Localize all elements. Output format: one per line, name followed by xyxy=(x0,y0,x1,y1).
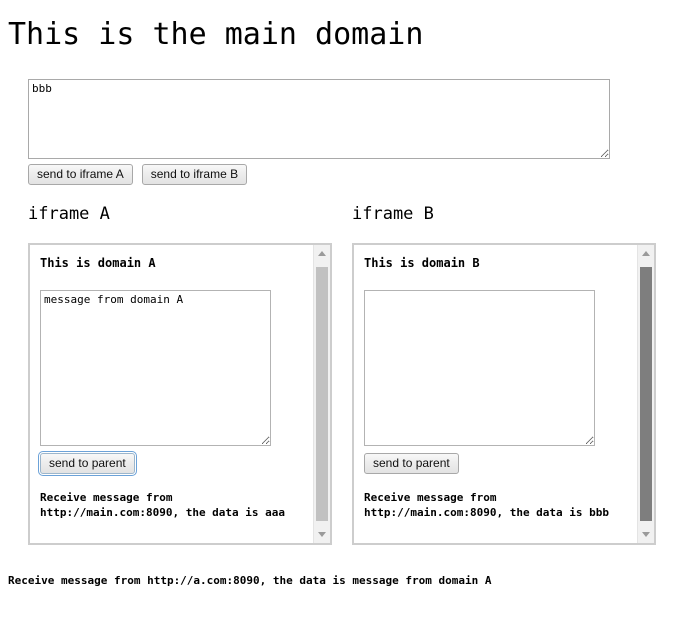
domain-b-title: This is domain B xyxy=(364,256,480,270)
iframe-a-scrollbar[interactable] xyxy=(313,245,330,543)
triangle-down-icon[interactable] xyxy=(314,526,330,543)
iframe-b-receive-message: Receive message from http://main.com:809… xyxy=(364,491,610,519)
triangle-up-icon[interactable] xyxy=(638,245,654,262)
iframe-b-content: This is domain B send to parent Receive … xyxy=(354,245,637,543)
triangle-up-icon[interactable] xyxy=(314,245,330,262)
main-button-row: send to iframe A send to iframe B xyxy=(28,164,248,185)
iframe-a-button-wrap: send to parent xyxy=(38,451,137,476)
iframe-b-scrollbar-thumb[interactable] xyxy=(640,267,652,521)
domain-a-title: This is domain A xyxy=(40,256,156,270)
main-receive-message: Receive message from http://a.com:8090, … xyxy=(8,574,492,587)
iframe-b-button-wrap: send to parent xyxy=(364,453,459,474)
triangle-down-icon[interactable] xyxy=(638,526,654,543)
iframe-a-container: This is domain A send to parent Receive … xyxy=(28,243,332,545)
iframe-b-scrollbar[interactable] xyxy=(637,245,654,543)
send-to-iframe-b-button[interactable]: send to iframe B xyxy=(141,164,248,185)
iframe-a-receive-message: Receive message from http://main.com:809… xyxy=(40,491,286,519)
iframe-a-scrollbar-thumb[interactable] xyxy=(316,267,328,521)
iframe-a-message-input[interactable] xyxy=(40,290,271,446)
iframe-a-heading: iframe A xyxy=(28,204,110,224)
iframe-a-send-to-parent-button[interactable]: send to parent xyxy=(38,451,137,476)
iframe-b-message-input[interactable] xyxy=(364,290,595,446)
iframe-b-container: This is domain B send to parent Receive … xyxy=(352,243,656,545)
main-message-input[interactable] xyxy=(28,79,610,159)
iframe-a-content: This is domain A send to parent Receive … xyxy=(30,245,313,543)
iframe-b-send-to-parent-button[interactable]: send to parent xyxy=(364,453,459,474)
iframe-b-heading: iframe B xyxy=(352,204,434,224)
page-title: This is the main domain xyxy=(8,17,424,52)
send-to-iframe-a-button[interactable]: send to iframe A xyxy=(28,164,133,185)
